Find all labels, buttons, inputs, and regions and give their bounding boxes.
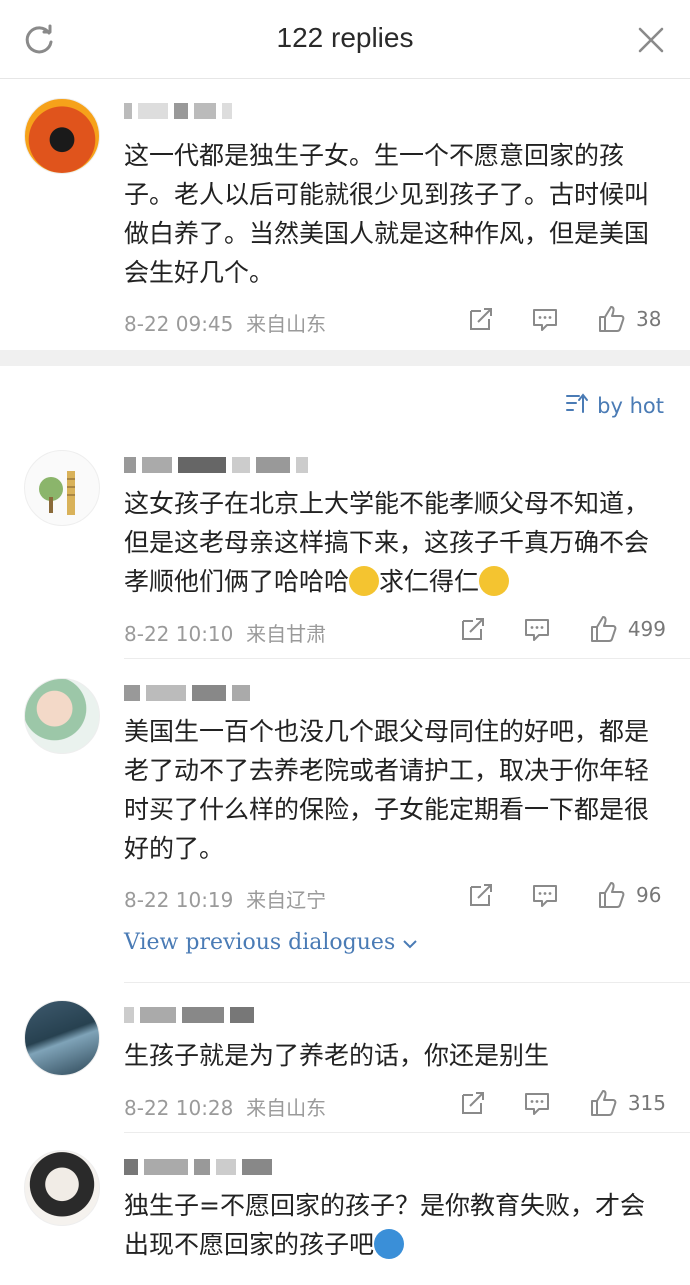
- avatar[interactable]: [24, 1150, 100, 1226]
- comment-meta: 8-22 10:28 来自山东: [124, 1092, 326, 1121]
- comment-time: 8-22 10:10: [124, 622, 234, 646]
- comment-location: 来自甘肃: [246, 622, 327, 646]
- chevron-down-icon: [402, 930, 418, 955]
- reply-icon[interactable]: [522, 614, 552, 644]
- avatar[interactable]: [24, 98, 100, 174]
- reply-icon[interactable]: [530, 880, 560, 910]
- comment-separator: [124, 982, 690, 983]
- share-icon[interactable]: [466, 304, 496, 334]
- reply-icon[interactable]: [522, 1088, 552, 1118]
- username-blurred[interactable]: [124, 1004, 254, 1026]
- doraemon-emoji-icon: [374, 1229, 405, 1259]
- like-count: 96: [636, 883, 662, 907]
- comment-time: 8-22 10:28: [124, 1096, 234, 1120]
- username-blurred[interactable]: [124, 1156, 272, 1178]
- section-divider: [0, 350, 690, 366]
- comment-meta: 8-22 09:45 来自山东: [124, 308, 326, 337]
- like-icon[interactable]: [596, 304, 626, 334]
- username-blurred[interactable]: [124, 100, 232, 122]
- replies-header: 122 replies: [0, 0, 690, 79]
- sort-icon: [565, 392, 589, 419]
- avatar[interactable]: [24, 1000, 100, 1076]
- sort-label: by hot: [597, 393, 664, 418]
- like-icon[interactable]: [596, 880, 626, 910]
- comment-text: 这一代都是独生子女。生一个不愿意回家的孩子。老人以后可能就很少见到孩子了。古时候…: [124, 141, 650, 287]
- comment-meta: 8-22 10:19 来自辽宁: [124, 884, 326, 913]
- reply-icon[interactable]: [530, 304, 560, 334]
- page-title: 122 replies: [276, 22, 414, 53]
- like-count: 315: [627, 1091, 666, 1115]
- like-count: 499: [627, 617, 666, 641]
- comment-actions: 96: [466, 880, 666, 910]
- share-icon[interactable]: [458, 614, 488, 644]
- comment-text: 独生子=不愿回家的孩子？是你教育失败，才会出现不愿回家的孩子吧: [124, 1191, 645, 1259]
- comment-text: 美国生一百个也没几个跟父母同住的好吧，都是老了动不了去养老院或者请护工，取决于你…: [124, 717, 650, 863]
- username-blurred[interactable]: [124, 454, 308, 476]
- laugh-cry-emoji-icon: [479, 566, 510, 596]
- comment-separator: [124, 658, 690, 659]
- laugh-cry-emoji-icon: [349, 566, 380, 596]
- view-previous-dialogues-link[interactable]: View previous dialogues: [124, 930, 418, 955]
- comment-text: 这女孩子在北京上大学能不能孝顺父母不知道，但是这老母亲这样搞下来，这孩子千真万确…: [124, 489, 650, 596]
- like-icon[interactable]: [588, 614, 618, 644]
- close-icon[interactable]: [636, 25, 666, 55]
- comment-meta: 8-22 10:10 来自甘肃: [124, 618, 326, 647]
- share-icon[interactable]: [466, 880, 496, 910]
- comment-actions: 499: [458, 614, 666, 644]
- comment-actions: 315: [458, 1088, 666, 1118]
- comment-text: 生孩子就是为了养老的话，你还是别生: [124, 1041, 550, 1070]
- username-blurred[interactable]: [124, 682, 250, 704]
- comment-separator: [124, 1132, 690, 1133]
- comment-time: 8-22 10:19: [124, 888, 234, 912]
- sort-button[interactable]: by hot: [565, 392, 664, 419]
- comment-location: 来自山东: [246, 312, 327, 336]
- comment-actions: 38: [466, 304, 666, 334]
- like-icon[interactable]: [588, 1088, 618, 1118]
- comment-location: 来自辽宁: [246, 888, 327, 912]
- comment-time: 8-22 09:45: [124, 312, 234, 336]
- comment-location: 来自山东: [246, 1096, 327, 1120]
- share-icon[interactable]: [458, 1088, 488, 1118]
- avatar[interactable]: [24, 678, 100, 754]
- avatar[interactable]: [24, 450, 100, 526]
- like-count: 38: [636, 307, 662, 331]
